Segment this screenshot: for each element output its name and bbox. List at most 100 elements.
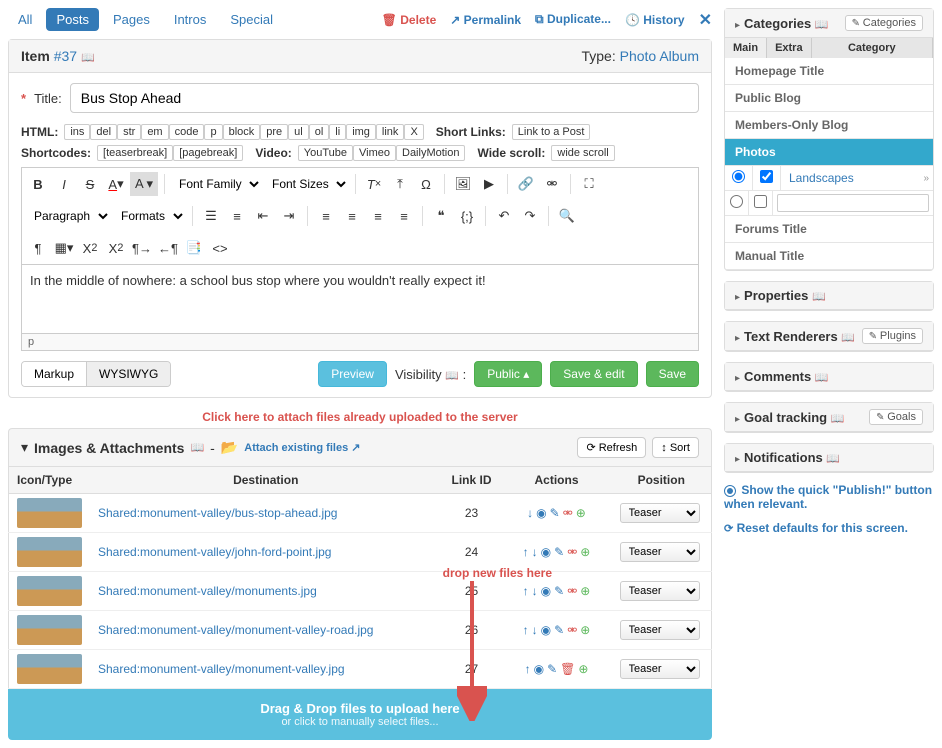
position-select[interactable]: Teaser xyxy=(620,581,700,601)
add-icon[interactable]: ⊕ xyxy=(580,584,590,598)
attachment-link[interactable]: Shared:monument-valley/monuments.jpg xyxy=(98,584,317,598)
bold-icon[interactable]: B xyxy=(26,172,50,196)
renderers-title[interactable]: Text Renderers xyxy=(744,329,838,344)
nav-all[interactable]: All xyxy=(8,8,42,31)
manual-icon[interactable]: 📖 xyxy=(815,19,829,31)
redo-icon[interactable]: ↷ xyxy=(518,204,542,228)
cat-main-radio[interactable] xyxy=(732,170,745,183)
align-left-icon[interactable]: ≡ xyxy=(314,204,338,228)
position-select[interactable]: Teaser xyxy=(620,503,700,523)
category-item[interactable]: Members-Only Blog xyxy=(725,112,933,139)
manual-icon[interactable]: 📖 xyxy=(812,291,826,303)
thumbnail[interactable] xyxy=(17,537,82,567)
superscript-icon[interactable]: X2 xyxy=(104,236,128,260)
link-post-btn[interactable]: Link to a Post xyxy=(512,124,591,140)
html-tag-li[interactable]: li xyxy=(329,124,346,140)
paragraph-select[interactable]: Paragraph xyxy=(26,206,111,226)
undo-icon[interactable]: ↶ xyxy=(492,204,516,228)
category-item[interactable]: Manual Title xyxy=(725,243,933,270)
categories-title[interactable]: Categories xyxy=(744,16,811,31)
add-icon[interactable]: ⊕ xyxy=(578,662,588,676)
category-item[interactable]: Forums Title xyxy=(725,216,933,243)
html-tag-code[interactable]: code xyxy=(169,124,205,140)
html-tag-link[interactable]: link xyxy=(376,124,405,140)
caret-icon[interactable]: ▾ xyxy=(21,439,28,456)
goals-title[interactable]: Goal tracking xyxy=(744,410,827,425)
duplicate-link[interactable]: ⧉ Duplicate... xyxy=(535,12,611,27)
delete-link[interactable]: 🗑 Delete xyxy=(382,13,437,27)
manual-icon[interactable]: 📖 xyxy=(841,332,855,344)
attachment-link[interactable]: Shared:monument-valley/john-ford-point.j… xyxy=(98,545,331,559)
position-select[interactable]: Teaser xyxy=(620,620,700,640)
html-tag-p[interactable]: p xyxy=(204,124,222,140)
close-icon[interactable]: ✕ xyxy=(699,10,712,30)
attachment-link[interactable]: Shared:monument-valley/bus-stop-ahead.jp… xyxy=(98,506,337,520)
video-dailymotion-btn[interactable]: DailyMotion xyxy=(396,145,465,161)
manual-icon[interactable]: 📖 xyxy=(826,453,840,465)
codeblock-icon[interactable]: {;} xyxy=(455,204,479,228)
outdent-icon[interactable]: ⇤ xyxy=(251,204,275,228)
type-value[interactable]: Photo Album xyxy=(620,48,699,64)
ltr-icon[interactable]: ¶→ xyxy=(130,236,154,260)
delete-icon[interactable]: 🗑 xyxy=(560,662,575,676)
cat-main-radio[interactable] xyxy=(730,195,743,208)
cat-tab-main[interactable]: Main xyxy=(725,38,767,58)
move-up-icon[interactable]: ↑ xyxy=(523,584,529,598)
properties-title[interactable]: Properties xyxy=(744,288,808,303)
clearformat-icon[interactable]: T× xyxy=(362,172,386,196)
attachment-link[interactable]: Shared:monument-valley/monument-valley.j… xyxy=(98,662,345,676)
edit-icon[interactable]: ✎ xyxy=(554,623,564,637)
sort-button[interactable]: ↕ Sort xyxy=(652,437,699,458)
move-down-icon[interactable]: ↓ xyxy=(532,545,538,559)
locate-icon[interactable]: ◉ xyxy=(541,545,551,559)
move-down-icon[interactable]: ↓ xyxy=(532,623,538,637)
save-edit-button[interactable]: Save & edit xyxy=(550,361,637,387)
reset-defaults-link[interactable]: ⟳ Reset defaults for this screen. xyxy=(724,521,934,535)
pagebreak-icon[interactable]: ⤒ xyxy=(388,172,412,196)
html-tag-block[interactable]: block xyxy=(223,124,261,140)
cat-tab-extra[interactable]: Extra xyxy=(767,38,812,58)
unlink-icon[interactable]: ⚮ xyxy=(563,506,573,520)
category-item[interactable]: Homepage Title xyxy=(725,58,933,85)
editor-content[interactable]: In the middle of nowhere: a school bus s… xyxy=(21,264,699,334)
nav-intros[interactable]: Intros xyxy=(164,8,217,31)
anchor-icon[interactable]: 📑 xyxy=(182,236,206,260)
thumbnail[interactable] xyxy=(17,576,82,606)
source-icon[interactable]: <> xyxy=(208,236,232,260)
fullscreen-icon[interactable]: ⛶ xyxy=(577,172,601,196)
image-icon[interactable]: 🖼 xyxy=(451,172,475,196)
plugins-btn[interactable]: Plugins xyxy=(862,328,923,344)
shortcode-btn[interactable]: [pagebreak] xyxy=(173,145,243,161)
video-vimeo-btn[interactable]: Vimeo xyxy=(353,145,396,161)
forecolor-icon[interactable]: A▾ xyxy=(104,172,128,196)
attachment-link[interactable]: Shared:monument-valley/monument-valley-r… xyxy=(98,623,373,637)
move-down-icon[interactable]: ↓ xyxy=(532,584,538,598)
add-icon[interactable]: ⊕ xyxy=(580,623,590,637)
indent-icon[interactable]: ⇥ xyxy=(277,204,301,228)
html-tag-ol[interactable]: ol xyxy=(309,124,330,140)
specialchar-icon[interactable]: Ω xyxy=(414,172,438,196)
categories-edit-btn[interactable]: Categories xyxy=(845,15,923,31)
locate-icon[interactable]: ◉ xyxy=(536,506,546,520)
table-icon[interactable]: ▦▾ xyxy=(52,236,76,260)
align-center-icon[interactable]: ≡ xyxy=(340,204,364,228)
markup-tab[interactable]: Markup xyxy=(22,362,86,386)
edit-icon[interactable]: ✎ xyxy=(547,662,557,676)
upload-dropzone[interactable]: Drag & Drop files to upload here or clic… xyxy=(8,689,712,740)
category-item[interactable]: Photos xyxy=(725,139,933,166)
manual-icon[interactable]: 📖 xyxy=(831,413,845,425)
html-tag-pre[interactable]: pre xyxy=(260,124,288,140)
edit-icon[interactable]: ✎ xyxy=(554,545,564,559)
shortcode-btn[interactable]: [teaserbreak] xyxy=(97,145,173,161)
html-tag-img[interactable]: img xyxy=(346,124,376,140)
add-icon[interactable]: ⊕ xyxy=(580,545,590,559)
cat-extra-check[interactable] xyxy=(754,195,767,208)
blockquote-icon[interactable]: ❝ xyxy=(429,204,453,228)
font-family-select[interactable]: Font Family xyxy=(171,174,262,194)
manual-icon[interactable]: 📖 xyxy=(81,52,95,64)
notifications-title[interactable]: Notifications xyxy=(744,450,823,465)
video-youtube-btn[interactable]: YouTube xyxy=(298,145,353,161)
unlink-icon[interactable]: ⚮ xyxy=(567,545,577,559)
move-up-icon[interactable]: ↑ xyxy=(523,623,529,637)
title-input[interactable] xyxy=(70,83,699,113)
